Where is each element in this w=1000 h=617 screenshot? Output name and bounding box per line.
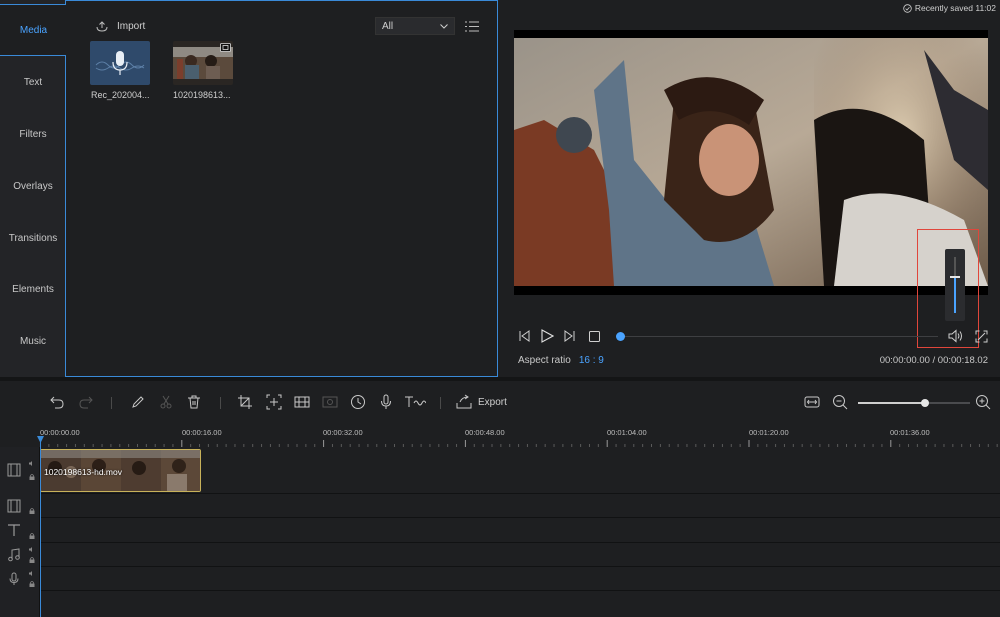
video-type-icon <box>220 43 231 52</box>
music-track-header <box>0 543 40 567</box>
save-status: Recently saved 11:02 <box>903 3 996 13</box>
nav-music[interactable]: Music <box>0 315 66 367</box>
export-button[interactable]: Export <box>456 394 507 410</box>
sidebar: Media Text Filters Overlays Transitions … <box>0 0 67 377</box>
volume-fill <box>954 277 956 313</box>
text-track[interactable] <box>0 518 1000 543</box>
microphone-icon <box>9 572 19 585</box>
nav-overlays[interactable]: Overlays <box>0 160 66 212</box>
export-label: Export <box>478 396 507 408</box>
lock-icon[interactable] <box>29 508 35 514</box>
ruler-label: 00:00:48.00 <box>465 428 505 437</box>
zoom-frame-icon[interactable] <box>266 394 282 410</box>
ruler-label: 00:00:00.00 <box>40 428 80 437</box>
import-label: Import <box>117 20 146 32</box>
text-to-speech-icon[interactable] <box>404 394 426 410</box>
voiceover-track[interactable] <box>0 567 1000 591</box>
zoom-slider-knob[interactable] <box>921 399 929 407</box>
mute-icon[interactable] <box>29 571 35 576</box>
media-filter-value: All <box>382 20 394 32</box>
toolbar-separator <box>440 397 441 409</box>
toolbar-separator <box>111 397 112 409</box>
media-panel: Import All Rec_202004... 1020198613... <box>66 0 498 377</box>
ruler-label: 00:01:20.00 <box>749 428 789 437</box>
zoom-in-icon[interactable] <box>975 394 991 410</box>
previous-frame-icon[interactable] <box>518 330 530 342</box>
video-track-icon <box>7 463 21 477</box>
empty-track-header <box>0 591 40 617</box>
save-status-text: Recently saved 11:02 <box>914 3 996 13</box>
zoom-out-icon[interactable] <box>832 394 848 410</box>
aspect-ratio-label: Aspect ratio <box>518 355 571 366</box>
ruler-label: 00:00:32.00 <box>323 428 363 437</box>
media-thumb-audio[interactable] <box>90 41 150 85</box>
crop-icon[interactable] <box>237 394 253 410</box>
fullscreen-icon[interactable] <box>975 330 988 343</box>
media-file-name: 1020198613... <box>173 90 231 100</box>
video-clip[interactable]: 1020198613-hd.mov <box>40 449 201 492</box>
mute-icon[interactable] <box>29 547 35 552</box>
video-editor-app: Media Text Filters Overlays Transitions … <box>0 0 1000 617</box>
lock-icon[interactable] <box>29 557 35 563</box>
media-file-name: Rec_202004... <box>91 90 150 100</box>
nav-filters[interactable]: Filters <box>0 108 66 160</box>
volume-knob[interactable] <box>950 276 960 278</box>
ruler-label: 00:00:16.00 <box>182 428 222 437</box>
microphone-icon <box>95 51 145 75</box>
nav-elements[interactable]: Elements <box>0 263 66 315</box>
volume-icon[interactable] <box>948 329 964 343</box>
aspect-ratio-value: 16 : 9 <box>578 355 604 366</box>
volume-slider[interactable] <box>945 249 965 321</box>
import-button[interactable]: Import <box>95 20 145 32</box>
nav-text[interactable]: Text <box>0 56 66 108</box>
edit-pencil-icon[interactable] <box>130 394 146 410</box>
import-icon <box>96 21 108 32</box>
overlay-track-header <box>0 494 40 518</box>
split-scissors-icon[interactable] <box>158 394 174 410</box>
zoom-slider-fill <box>858 402 925 404</box>
lock-icon[interactable] <box>29 474 35 480</box>
lock-icon[interactable] <box>29 533 35 539</box>
music-note-icon <box>8 548 20 562</box>
text-track-header <box>0 518 40 543</box>
playback-progress-track[interactable] <box>620 336 938 337</box>
freeze-frame-icon[interactable] <box>294 394 310 410</box>
empty-track <box>0 591 1000 617</box>
delete-trash-icon[interactable] <box>186 394 202 410</box>
chevron-down-icon <box>440 23 448 29</box>
duration-clock-icon[interactable] <box>350 394 366 410</box>
nav-transitions[interactable]: Transitions <box>0 212 66 264</box>
play-icon[interactable] <box>540 329 554 343</box>
check-circle-icon <box>903 3 912 13</box>
playhead-line[interactable] <box>40 437 41 617</box>
redo-icon[interactable] <box>78 394 94 410</box>
mute-icon[interactable] <box>29 461 35 466</box>
overlay-track-icon <box>7 499 21 513</box>
record-microphone-icon[interactable] <box>378 394 394 410</box>
fit-timeline-icon[interactable] <box>804 394 820 410</box>
media-filter-dropdown[interactable]: All <box>375 17 455 35</box>
overlay-track[interactable] <box>0 494 1000 518</box>
export-icon <box>456 394 472 409</box>
lock-icon[interactable] <box>29 581 35 587</box>
toolbar-separator <box>220 397 221 409</box>
ruler-label: 00:01:04.00 <box>607 428 647 437</box>
undo-icon[interactable] <box>49 394 65 410</box>
time-display: 00:00:00.00 / 00:00:18.02 <box>879 355 988 366</box>
playback-progress-knob[interactable] <box>616 332 625 341</box>
text-track-icon <box>8 524 20 536</box>
video-track-header <box>0 447 40 494</box>
aspect-ratio[interactable]: Aspect ratio 16 : 9 <box>518 355 604 366</box>
mosaic-icon[interactable] <box>322 394 338 410</box>
ruler-label: 00:01:36.00 <box>890 428 930 437</box>
media-thumb-video[interactable] <box>173 41 233 85</box>
stop-icon[interactable] <box>589 331 600 342</box>
clip-name: 1020198613-hd.mov <box>44 467 122 477</box>
music-track[interactable] <box>0 543 1000 567</box>
nav-media[interactable]: Media <box>0 4 67 56</box>
voiceover-track-header <box>0 567 40 591</box>
list-view-icon[interactable] <box>465 21 479 32</box>
next-frame-icon[interactable] <box>564 330 576 342</box>
